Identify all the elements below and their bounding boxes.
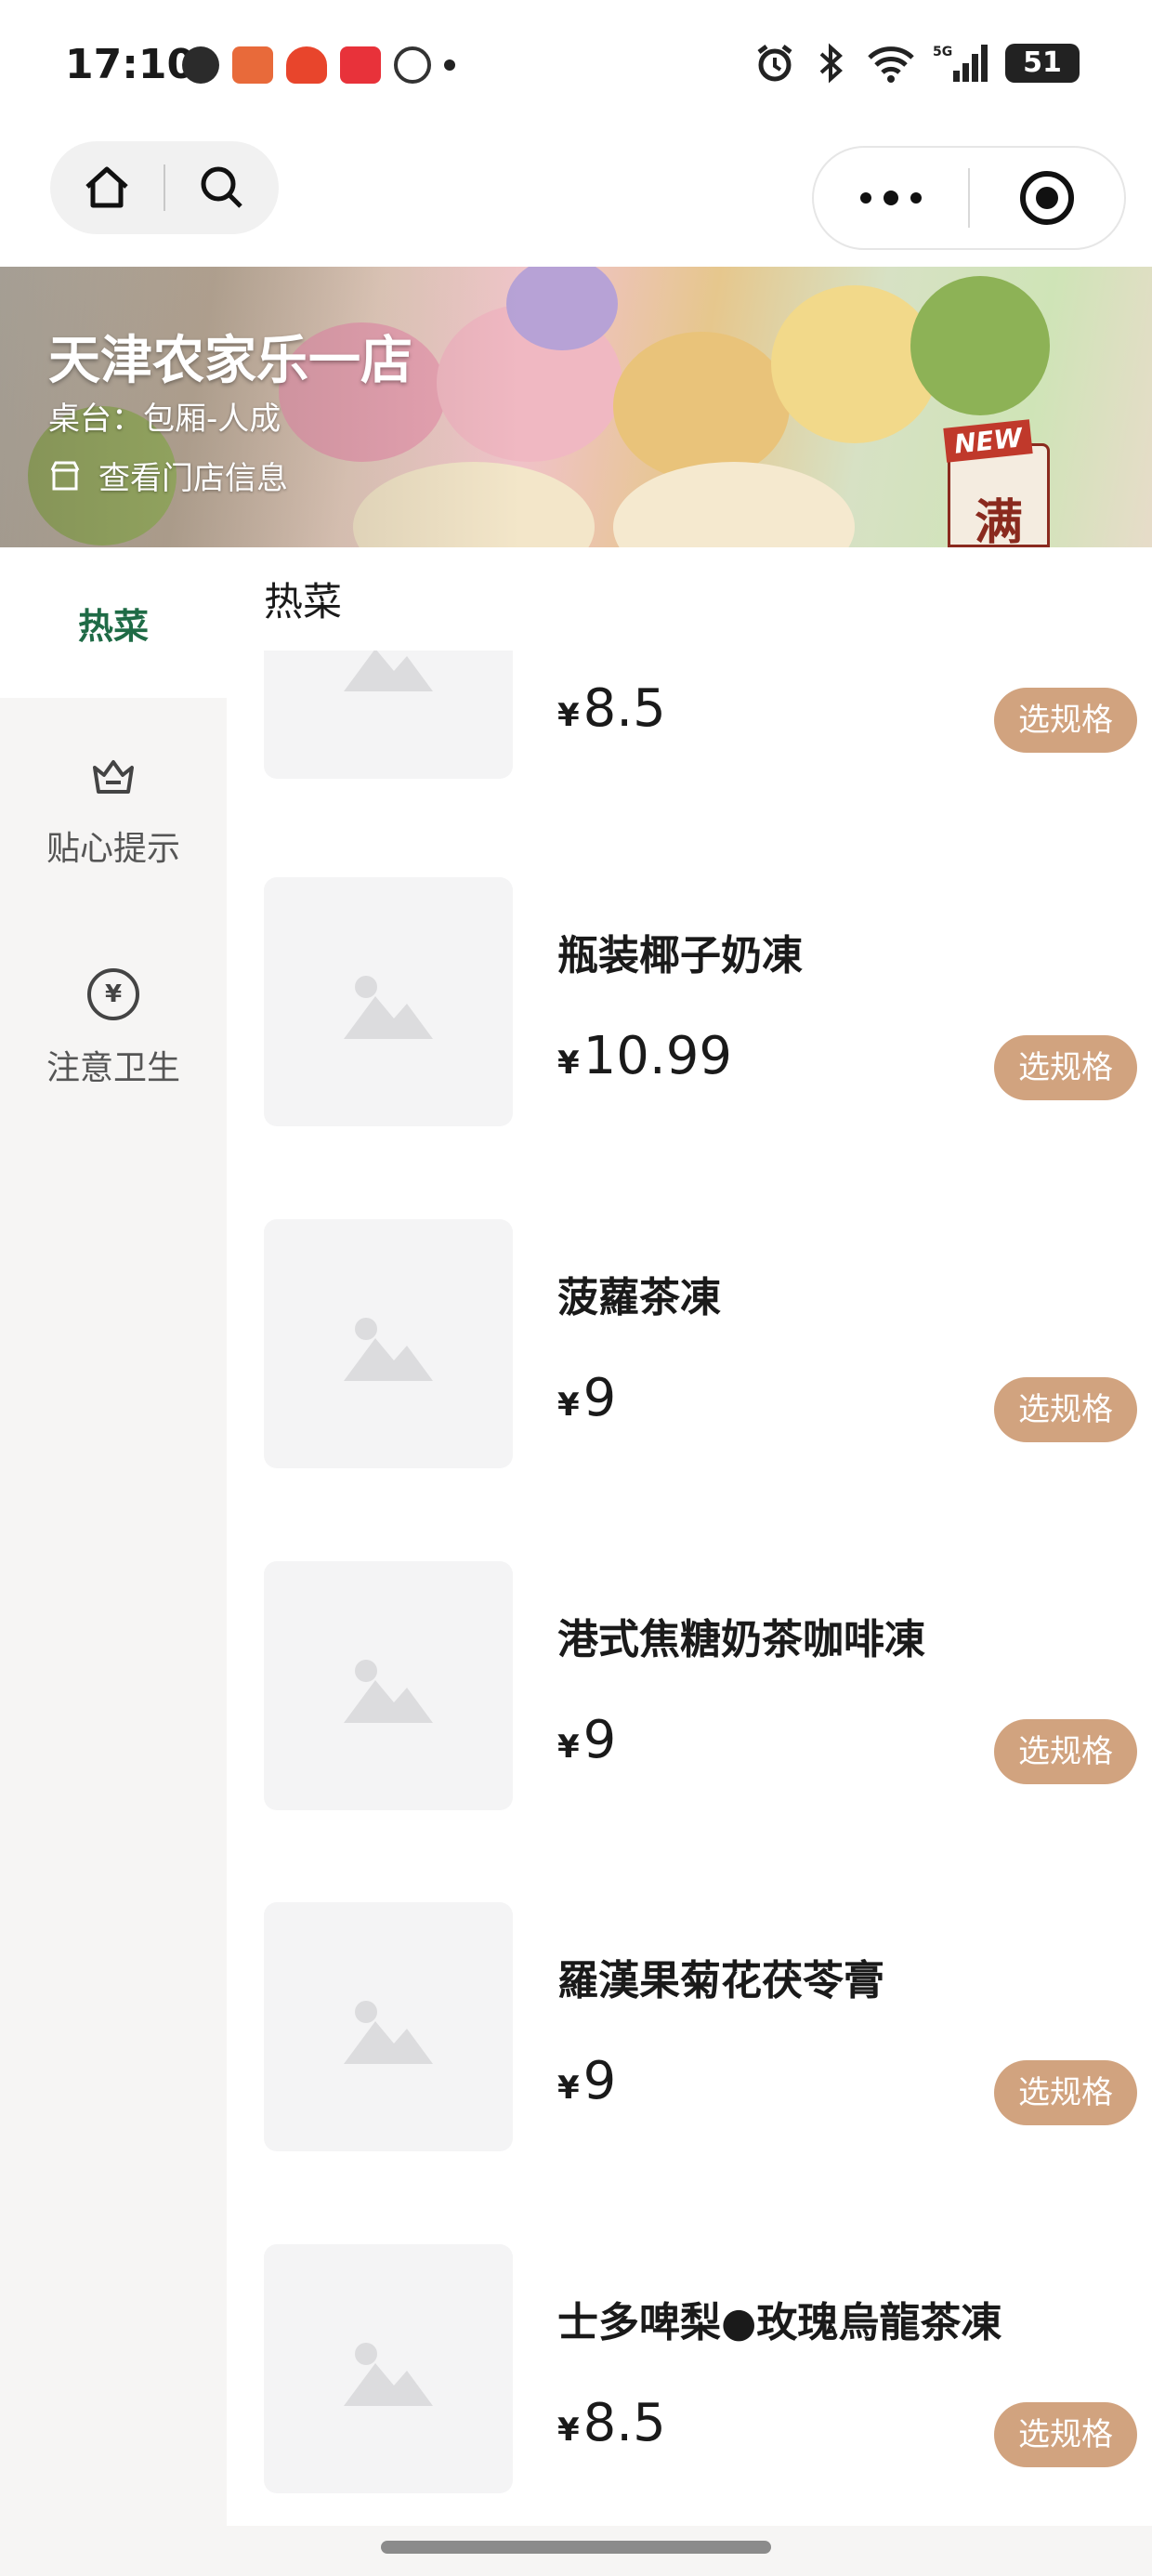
- store-info-link[interactable]: 查看门店信息: [48, 453, 288, 498]
- product-item[interactable]: 瓶装椰子奶凍 ¥10.99 选规格: [264, 877, 1137, 1128]
- image-placeholder-icon: [344, 976, 433, 1039]
- battery-icon: 51: [1005, 44, 1080, 83]
- select-spec-button[interactable]: 选规格: [994, 1035, 1137, 1100]
- sidebar-item-label: 注意卫生: [46, 1049, 180, 1087]
- nav-capsule-right: [812, 146, 1126, 250]
- signal-icon: 5G: [933, 45, 988, 82]
- crown-basket-icon: [87, 749, 139, 801]
- image-placeholder-icon: [344, 1318, 433, 1381]
- search-icon: [201, 166, 242, 208]
- price-value: 9: [583, 1710, 617, 1770]
- product-image-placeholder: [264, 2244, 513, 2493]
- image-placeholder-icon: [344, 2001, 433, 2064]
- product-image-placeholder: [264, 877, 513, 1126]
- price-value: 9: [583, 2051, 617, 2111]
- product-price: ¥9: [557, 1368, 616, 1428]
- select-spec-button[interactable]: 选规格: [994, 2060, 1137, 2125]
- bluetooth-icon: [819, 43, 843, 84]
- status-bar: 17:10 5G 51: [0, 0, 1152, 135]
- new-badge-label: NEW: [943, 419, 1034, 463]
- image-placeholder-icon: [344, 1660, 433, 1723]
- currency-symbol: ¥: [557, 697, 580, 734]
- chat-icon: [394, 46, 431, 84]
- product-name: 羅漢果菊花茯苓膏: [557, 1957, 884, 2004]
- image-placeholder-icon: [344, 651, 433, 691]
- dot-icon: [444, 59, 455, 71]
- product-name: 港式焦糖奶茶咖啡凍: [557, 1616, 925, 1663]
- product-price: ¥9: [557, 2051, 616, 2111]
- banner-image-decoration: [613, 462, 855, 547]
- image-placeholder-icon: [344, 2343, 433, 2406]
- price-value: 10.99: [583, 1026, 732, 1086]
- table-info: 桌台：包厢-人成: [48, 401, 281, 438]
- toutiao-icon: [340, 46, 381, 84]
- home-button[interactable]: [50, 141, 164, 234]
- target-close-icon: [1019, 171, 1074, 225]
- system-icons: 5G 51: [754, 43, 1080, 84]
- taobao-icon: [286, 46, 327, 84]
- new-badge: NEW 满: [943, 419, 1050, 547]
- product-item[interactable]: 港式焦糖奶茶咖啡凍 ¥9 选规格: [264, 1561, 1137, 1812]
- product-price: ¥10.99: [557, 1026, 732, 1086]
- home-icon: [85, 166, 128, 208]
- more-dots-icon: [860, 191, 922, 205]
- sidebar-item-hygiene[interactable]: ¥ 注意卫生: [0, 968, 227, 1089]
- banner-image-decoration: [613, 332, 790, 480]
- currency-symbol: ¥: [557, 1728, 580, 1766]
- store-icon: [50, 461, 80, 490]
- product-name: 瓶装椰子奶凍: [557, 932, 803, 979]
- status-time: 17:10: [65, 41, 196, 88]
- notification-icons: [182, 46, 455, 84]
- product-image-placeholder: [264, 651, 513, 779]
- product-price: ¥8.5: [557, 678, 666, 739]
- store-banner: 天津农家乐一店 桌台：包厢-人成 查看门店信息 NEW 满: [0, 267, 1152, 547]
- more-button[interactable]: [814, 148, 968, 248]
- yuan-coin-icon: ¥: [87, 968, 139, 1020]
- product-price: ¥8.5: [557, 2393, 666, 2453]
- currency-symbol: ¥: [557, 1045, 580, 1082]
- currency-symbol: ¥: [557, 1387, 580, 1424]
- nav-capsule-left: [50, 141, 279, 234]
- alarm-icon: [757, 45, 792, 82]
- store-name: 天津农家乐一店: [48, 331, 412, 391]
- product-image-placeholder: [264, 1902, 513, 2151]
- select-spec-button[interactable]: 选规格: [994, 688, 1137, 753]
- category-title: 热菜: [264, 579, 343, 624]
- banner-image-decoration: [910, 276, 1050, 415]
- currency-symbol: ¥: [557, 2412, 580, 2449]
- product-name: 士多啤梨●玫瑰烏龍茶凍: [557, 2299, 1002, 2346]
- product-item[interactable]: ¥8.5 选规格: [264, 651, 1137, 781]
- currency-symbol: ¥: [557, 2070, 580, 2107]
- select-spec-button[interactable]: 选规格: [994, 2402, 1137, 2467]
- product-list[interactable]: ¥8.5 选规格 瓶装椰子奶凍 ¥10.99 选规格 菠蘿茶凍 ¥9 选规格 港…: [227, 651, 1152, 2528]
- wechat-icon: [182, 46, 219, 84]
- product-name: 菠蘿茶凍: [557, 1274, 721, 1321]
- store-link-label: 查看门店信息: [98, 460, 288, 497]
- product-price: ¥9: [557, 1710, 616, 1770]
- product-image-placeholder: [264, 1219, 513, 1468]
- product-item[interactable]: 菠蘿茶凍 ¥9 选规格: [264, 1219, 1137, 1470]
- home-indicator[interactable]: [381, 2541, 771, 2554]
- sidebar-item-tips[interactable]: 贴心提示: [0, 749, 227, 870]
- select-spec-button[interactable]: 选规格: [994, 1719, 1137, 1784]
- product-image-placeholder: [264, 1561, 513, 1810]
- price-value: 8.5: [583, 2393, 666, 2453]
- sidebar-item-label: 贴心提示: [46, 830, 180, 868]
- close-button[interactable]: [970, 148, 1124, 248]
- sidebar-item-label: 热菜: [77, 605, 149, 647]
- select-spec-button[interactable]: 选规格: [994, 1377, 1137, 1442]
- game-icon: [232, 46, 273, 84]
- wifi-icon: [868, 46, 914, 83]
- product-item[interactable]: 士多啤梨●玫瑰烏龍茶凍 ¥8.5 选规格: [264, 2244, 1137, 2495]
- new-badge-glyph: 满: [975, 495, 1024, 547]
- search-button[interactable]: [165, 141, 279, 234]
- svg-text:5G: 5G: [933, 45, 952, 59]
- sidebar-item-hot-dishes[interactable]: 热菜: [0, 547, 227, 698]
- price-value: 9: [583, 1368, 617, 1428]
- price-value: 8.5: [583, 678, 666, 739]
- product-item[interactable]: 羅漢果菊花茯苓膏 ¥9 选规格: [264, 1902, 1137, 2153]
